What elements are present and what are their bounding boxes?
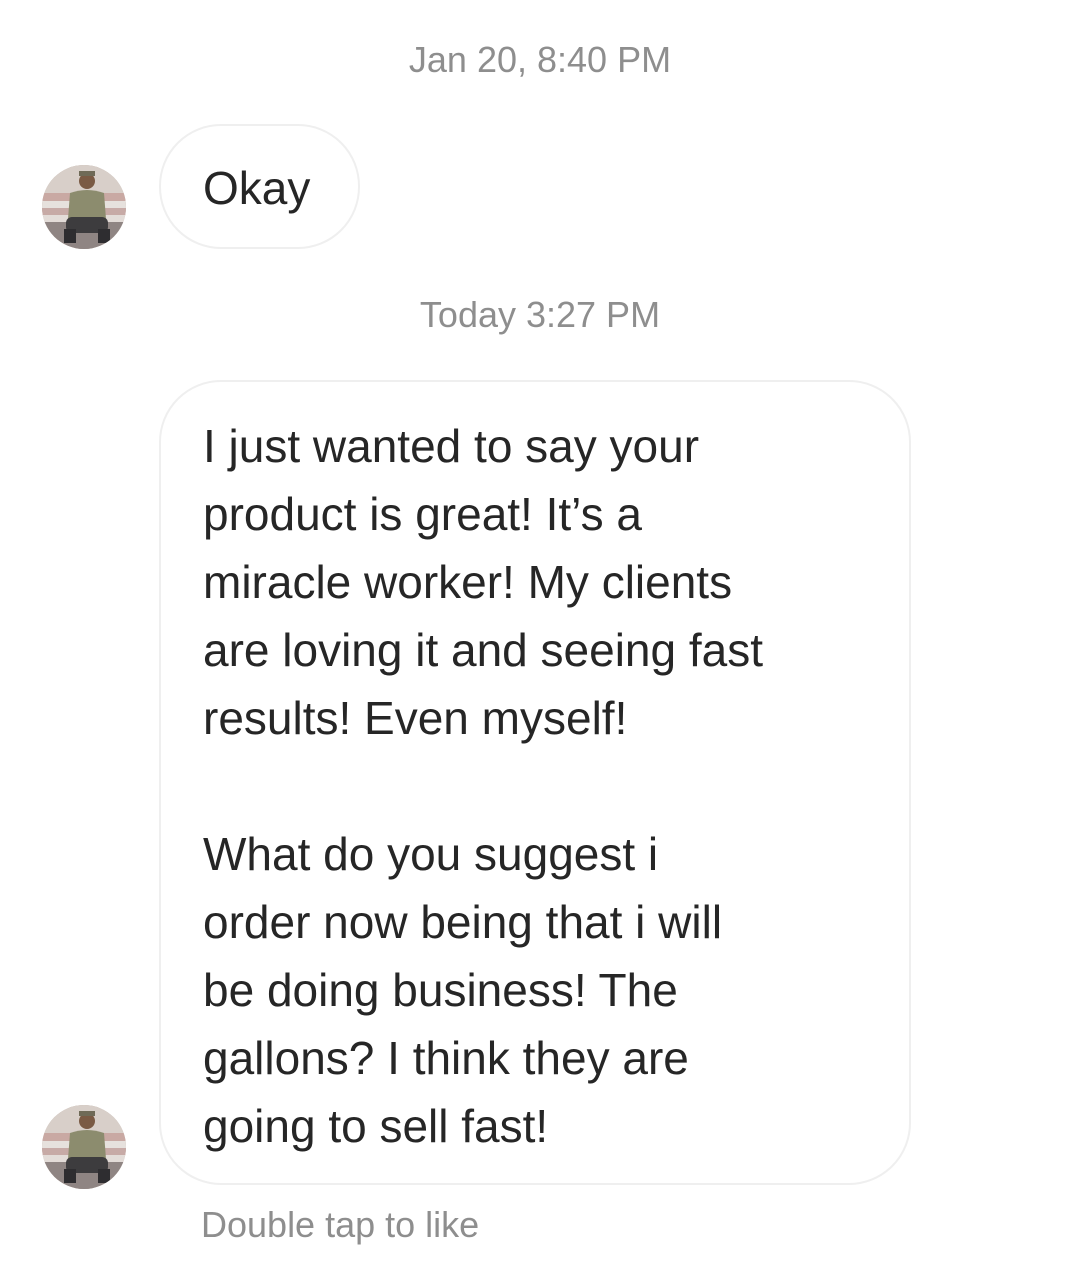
avatar[interactable] xyxy=(42,1105,126,1189)
timestamp-today: Today 3:27 PM xyxy=(419,294,661,335)
message-text: I just wanted to say your product is gre… xyxy=(203,420,764,1152)
avatar[interactable] xyxy=(42,165,126,249)
message-bubble-okay[interactable]: Okay xyxy=(159,124,360,249)
message-text: Okay xyxy=(203,162,311,214)
profile-photo-avatar-icon xyxy=(42,165,126,249)
timestamp-jan-20: Jan 20, 8:40 PM xyxy=(408,39,672,80)
double-tap-hint: Double tap to like xyxy=(201,1204,480,1245)
profile-photo-avatar-icon xyxy=(42,1105,126,1189)
message-bubble-long[interactable]: I just wanted to say your product is gre… xyxy=(159,380,911,1185)
